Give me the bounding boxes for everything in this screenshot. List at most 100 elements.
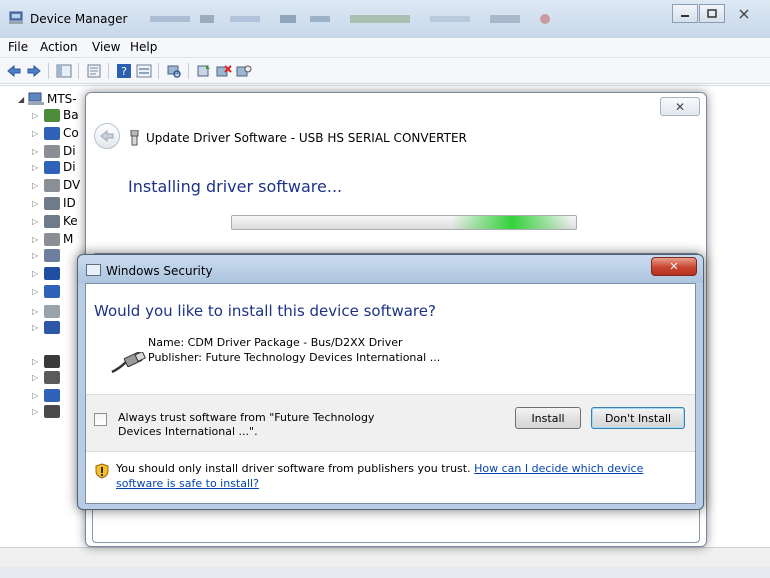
expand-arrow-icon[interactable]: ▷ xyxy=(32,129,40,138)
tree-root[interactable]: ◢ MTS- xyxy=(18,92,77,106)
menu-file[interactable]: File xyxy=(8,40,28,54)
device-manager-titlebar: Device Manager xyxy=(0,0,770,38)
tree-node[interactable]: ▷ xyxy=(32,304,82,318)
help-icon[interactable]: ? xyxy=(116,63,132,79)
always-trust-checkbox[interactable] xyxy=(94,413,107,426)
expand-arrow-icon[interactable]: ▷ xyxy=(32,373,40,382)
expand-arrow-icon[interactable]: ▷ xyxy=(32,307,40,316)
installing-heading: Installing driver software... xyxy=(128,177,343,196)
update-driver-header: ✕ Update Driver Software - USB HS SERIAL… xyxy=(86,93,706,151)
bottom-strip xyxy=(0,567,770,578)
tree-root-label: MTS- xyxy=(47,92,77,106)
menu-action[interactable]: Action xyxy=(40,40,78,54)
tree-node[interactable]: ▷ ID xyxy=(32,196,82,210)
install-question: Would you like to install this device so… xyxy=(94,302,436,320)
always-trust-label[interactable]: Always trust software from "Future Techn… xyxy=(118,411,398,439)
expand-arrow-icon[interactable]: ▷ xyxy=(32,407,40,416)
dont-install-button[interactable]: Don't Install xyxy=(591,407,685,429)
tree-node[interactable]: ▷ xyxy=(32,388,82,402)
update-driver-close-button[interactable]: ✕ xyxy=(660,97,700,116)
expand-arrow-icon[interactable]: ▷ xyxy=(32,235,40,244)
expand-arrow-icon[interactable]: ▷ xyxy=(32,111,40,120)
expand-arrow-icon[interactable]: ▷ xyxy=(32,357,40,366)
device-manager-title: Device Manager xyxy=(30,12,128,26)
device-category-icon xyxy=(44,196,60,210)
update-driver-title: Update Driver Software - USB HS SERIAL C… xyxy=(146,131,467,145)
back-button[interactable] xyxy=(94,123,120,149)
expand-arrow-icon[interactable]: ▷ xyxy=(32,391,40,400)
tree-node[interactable]: ▷ Co xyxy=(32,126,82,140)
tree-node[interactable]: ▷ xyxy=(32,404,82,418)
expand-arrow-icon[interactable]: ▷ xyxy=(32,323,40,332)
device-category-icon xyxy=(44,320,60,334)
windows-security-close-button[interactable]: ✕ xyxy=(651,257,697,276)
tree-node[interactable]: ▷ xyxy=(32,354,82,368)
tree-node-label: Co xyxy=(63,126,79,140)
windows-security-titlebar: Windows Security ✕ xyxy=(78,255,703,283)
tree-node[interactable]: ▷ DV xyxy=(32,178,82,192)
tree-node-label: Di xyxy=(63,144,76,158)
disable-device-icon[interactable] xyxy=(236,63,252,79)
device-category-icon xyxy=(44,248,60,262)
svg-text:?: ? xyxy=(121,65,127,78)
install-progress-bar xyxy=(231,215,577,230)
tree-node-label: Ba xyxy=(63,108,79,122)
expand-arrow-icon[interactable]: ▷ xyxy=(32,251,40,260)
device-category-icon xyxy=(44,160,60,174)
menu-help[interactable]: Help xyxy=(130,40,157,54)
device-manager-icon xyxy=(9,11,23,24)
tree-node[interactable]: ▷ xyxy=(32,370,82,384)
properties-icon[interactable] xyxy=(86,63,102,79)
close-window-button[interactable] xyxy=(726,4,762,23)
tree-node[interactable]: ▷ Ke xyxy=(32,214,82,228)
device-category-icon xyxy=(44,388,60,402)
computer-icon xyxy=(28,92,44,105)
minimize-button[interactable] xyxy=(672,4,698,23)
view-icon[interactable] xyxy=(136,63,152,79)
device-category-icon xyxy=(44,126,60,140)
expand-arrow-icon[interactable]: ▷ xyxy=(32,163,40,172)
usb-device-icon xyxy=(130,130,139,146)
driver-name-text: Name: CDM Driver Package - Bus/D2XX Driv… xyxy=(148,336,403,349)
forward-arrow-icon[interactable] xyxy=(26,63,42,79)
device-category-icon xyxy=(44,108,60,122)
minimize-icon xyxy=(681,14,689,17)
expand-arrow-icon[interactable]: ▷ xyxy=(32,287,40,296)
menu-bar: File Action View Help xyxy=(0,38,770,58)
install-button[interactable]: Install xyxy=(515,407,581,429)
tree-node-label: M xyxy=(63,232,74,246)
maximize-button[interactable] xyxy=(699,4,725,23)
device-category-icon xyxy=(44,284,60,298)
device-category-icon xyxy=(44,144,60,158)
device-category-icon xyxy=(44,404,60,418)
expand-arrow-icon[interactable]: ▷ xyxy=(32,181,40,190)
expand-arrow-icon[interactable]: ▷ xyxy=(32,147,40,156)
back-arrow-icon[interactable] xyxy=(6,63,22,79)
tree-node[interactable]: ▷ xyxy=(32,248,82,262)
windows-security-title: Windows Security xyxy=(106,264,213,278)
scan-hardware-icon[interactable] xyxy=(166,63,182,79)
expand-arrow-icon[interactable]: ▷ xyxy=(32,217,40,226)
show-hide-tree-icon[interactable] xyxy=(56,63,72,79)
tree-node[interactable]: ▷ xyxy=(32,284,82,298)
device-category-icon xyxy=(44,370,60,384)
usb-plug-icon xyxy=(111,352,146,374)
expand-arrow-icon[interactable]: ▷ xyxy=(32,269,40,278)
back-arrow-icon xyxy=(100,130,114,142)
tree-node[interactable]: ▷ M xyxy=(32,232,82,246)
collapse-arrow-icon[interactable]: ◢ xyxy=(18,95,28,104)
update-driver-icon[interactable] xyxy=(196,63,212,79)
tree-node[interactable]: ▷ xyxy=(32,320,82,334)
tree-node-label: ID xyxy=(63,196,76,210)
tree-node[interactable]: ▷ Ba xyxy=(32,108,82,122)
expand-arrow-icon[interactable]: ▷ xyxy=(32,199,40,208)
windows-security-dialog: Windows Security ✕ Would you like to ins… xyxy=(77,254,704,510)
tree-node[interactable]: ▷ Di xyxy=(32,160,82,174)
tree-node[interactable]: ▷ Di xyxy=(32,144,82,158)
menu-view[interactable]: View xyxy=(92,40,120,54)
progress-indicator xyxy=(452,216,572,229)
driver-publisher-text: Publisher: Future Technology Devices Int… xyxy=(148,351,441,364)
device-category-icon xyxy=(44,266,60,280)
tree-node[interactable]: ▷ xyxy=(32,266,82,280)
uninstall-device-icon[interactable] xyxy=(216,63,232,79)
